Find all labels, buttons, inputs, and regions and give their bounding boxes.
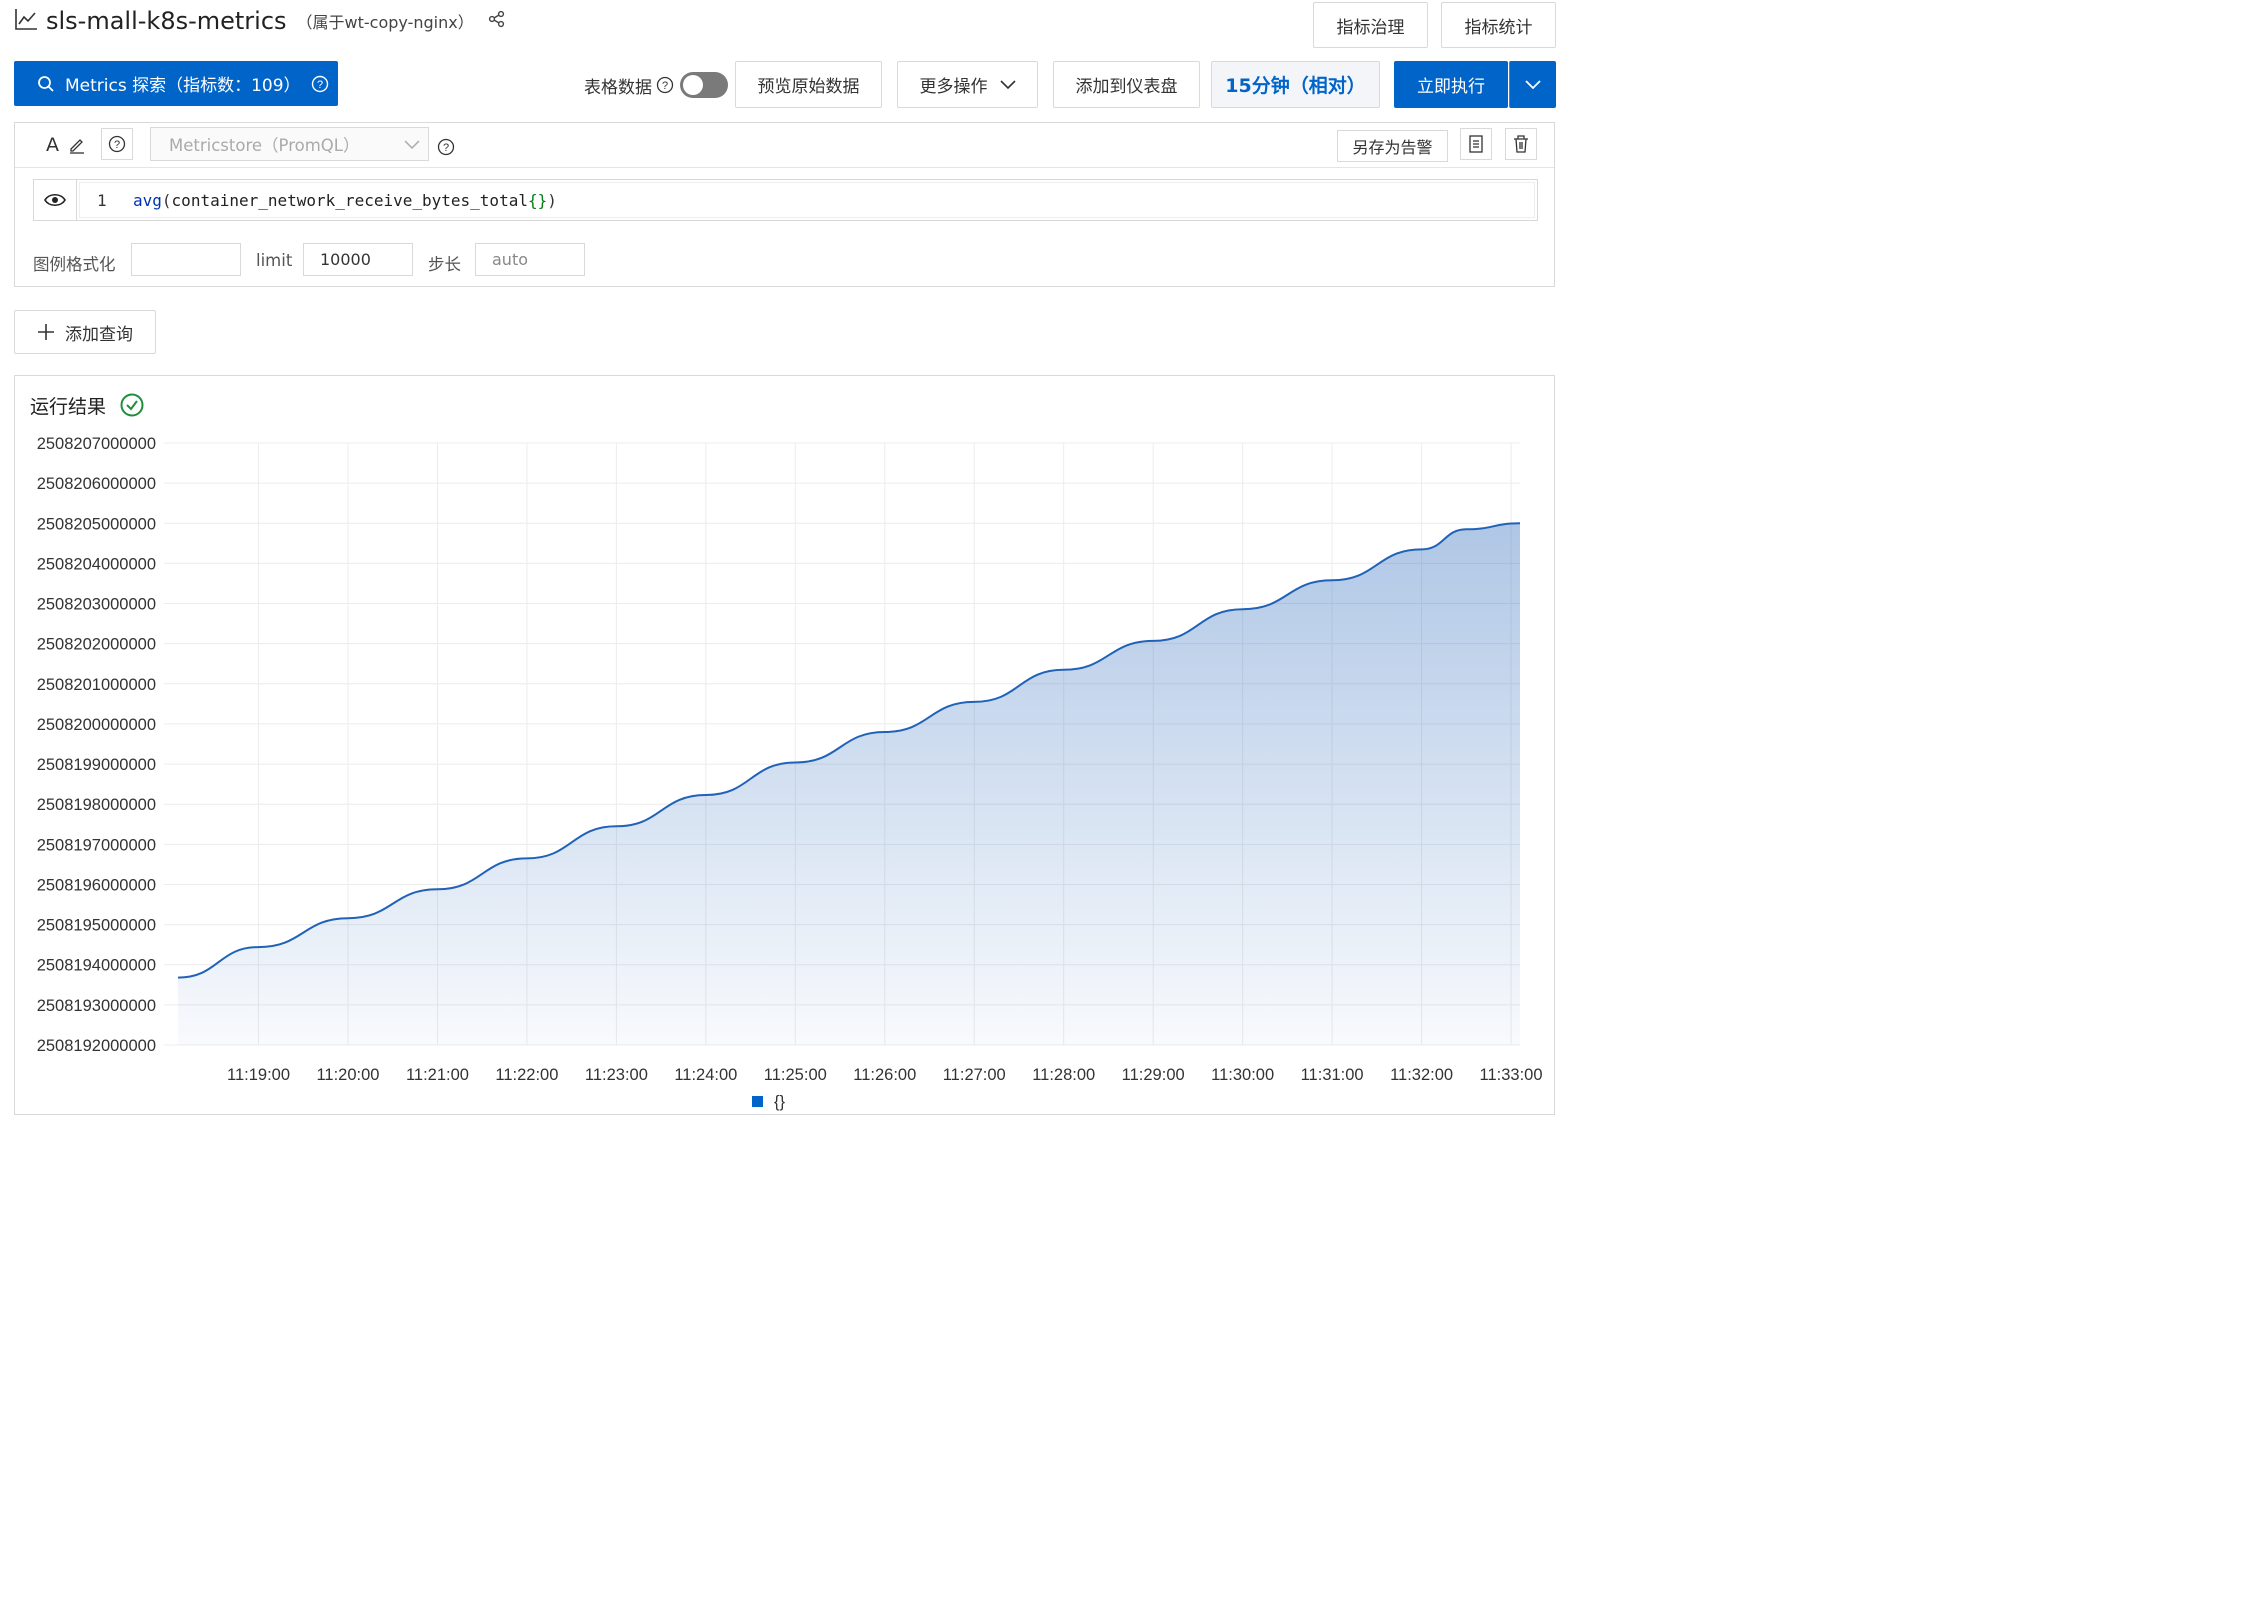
y-tick-label: 2508198000000 bbox=[37, 796, 156, 814]
copy-icon bbox=[1467, 134, 1485, 154]
legend-label: {} bbox=[774, 1093, 786, 1111]
x-tick-label: 11:29:00 bbox=[1122, 1066, 1185, 1084]
svg-text:?: ? bbox=[662, 80, 668, 92]
query-panel: A ? Metricstore（PromQL） ? 另存为告警 1 avg(co… bbox=[14, 122, 1555, 287]
help-icon: ? bbox=[108, 135, 126, 153]
result-panel: 运行结果 2508192000000 2508193000000 250819400… bbox=[14, 375, 1555, 1115]
edit-icon[interactable] bbox=[68, 136, 86, 158]
y-tick-label: 2508206000000 bbox=[37, 475, 156, 493]
metrics-explore-button[interactable]: Metrics 探索（指标数：109） ? bbox=[14, 61, 338, 106]
svg-text:?: ? bbox=[443, 142, 449, 154]
code-function: avg bbox=[133, 191, 162, 210]
metricstore-select-value: Metricstore（PromQL） bbox=[169, 136, 360, 155]
chevron-down-icon bbox=[999, 79, 1016, 90]
help-icon[interactable]: ? bbox=[311, 75, 329, 93]
x-tick-label: 11:27:00 bbox=[943, 1066, 1006, 1084]
y-tick-label: 2508199000000 bbox=[37, 756, 156, 774]
y-tick-label: 2508201000000 bbox=[37, 676, 156, 694]
y-tick-label: 2508193000000 bbox=[37, 997, 156, 1015]
svg-text:?: ? bbox=[114, 139, 120, 151]
y-tick-label: 2508203000000 bbox=[37, 596, 156, 614]
line-number: 1 bbox=[97, 191, 107, 210]
x-tick-label: 11:23:00 bbox=[585, 1066, 648, 1084]
code-braces: {} bbox=[527, 191, 548, 210]
chevron-down-icon bbox=[1524, 79, 1541, 90]
y-tick-label: 2508204000000 bbox=[37, 555, 156, 573]
chevron-down-icon bbox=[404, 140, 420, 150]
eye-icon bbox=[44, 192, 66, 208]
metrics-chart: 2508192000000 2508193000000 2508194000000 2… bbox=[37, 435, 1543, 1111]
metrics-explore-label: Metrics 探索（指标数：109） bbox=[65, 76, 301, 96]
run-options-dropdown[interactable] bbox=[1509, 61, 1556, 108]
page-header: sls-mall-k8s-metrics （属于wt-copy-nginx） bbox=[14, 2, 506, 40]
legend-swatch bbox=[752, 1096, 763, 1107]
line-chart-icon bbox=[14, 7, 38, 35]
x-tick-label: 11:33:00 bbox=[1480, 1066, 1543, 1084]
y-tick-label: 2508195000000 bbox=[37, 917, 156, 935]
code-paren-close: ) bbox=[547, 191, 557, 210]
help-icon[interactable]: ? bbox=[437, 138, 455, 160]
x-tick-label: 11:32:00 bbox=[1390, 1066, 1453, 1084]
x-tick-label: 11:25:00 bbox=[764, 1066, 827, 1084]
x-tick-label: 11:20:00 bbox=[316, 1066, 379, 1084]
step-input[interactable]: auto bbox=[475, 243, 585, 276]
promql-code: avg(container_network_receive_bytes_tota… bbox=[133, 191, 557, 210]
copy-query-button[interactable] bbox=[1460, 128, 1492, 160]
metrics-governance-button[interactable]: 指标治理 bbox=[1313, 2, 1428, 48]
promql-editor[interactable]: 1 avg(container_network_receive_bytes_to… bbox=[77, 179, 1538, 221]
trash-icon bbox=[1512, 134, 1530, 154]
code-paren-open: ( bbox=[161, 191, 172, 210]
y-tick-label: 2508200000000 bbox=[37, 716, 156, 734]
y-tick-label: 2508207000000 bbox=[37, 435, 156, 453]
y-tick-label: 2508192000000 bbox=[37, 1037, 156, 1055]
x-tick-label: 11:26:00 bbox=[853, 1066, 916, 1084]
query-letter: A bbox=[46, 134, 59, 156]
query-help-button[interactable]: ? bbox=[101, 128, 133, 160]
add-query-button[interactable]: 添加查询 bbox=[14, 310, 156, 354]
limit-label: limit bbox=[256, 251, 293, 270]
add-query-label: 添加查询 bbox=[65, 324, 133, 345]
x-tick-label: 11:24:00 bbox=[674, 1066, 737, 1084]
visibility-toggle[interactable] bbox=[33, 179, 77, 221]
save-as-alert-button[interactable]: 另存为告警 bbox=[1337, 130, 1448, 162]
time-range-button[interactable]: 15分钟（相对） bbox=[1211, 61, 1380, 108]
code-metric: container_network_receive_bytes_total bbox=[171, 191, 528, 210]
svg-text:?: ? bbox=[317, 79, 323, 91]
add-dashboard-button[interactable]: 添加到仪表盘 bbox=[1053, 61, 1200, 108]
x-tick-label: 11:22:00 bbox=[495, 1066, 558, 1084]
series-area bbox=[178, 523, 1520, 1045]
step-label: 步长 bbox=[428, 255, 461, 274]
y-tick-label: 2508197000000 bbox=[37, 836, 156, 854]
delete-query-button[interactable] bbox=[1505, 128, 1537, 160]
query-topbar: A ? Metricstore（PromQL） ? 另存为告警 bbox=[15, 123, 1554, 168]
plus-icon bbox=[37, 323, 55, 341]
x-tick-label: 11:31:00 bbox=[1301, 1066, 1364, 1084]
y-tick-label: 2508205000000 bbox=[37, 515, 156, 533]
metrics-stats-button[interactable]: 指标统计 bbox=[1441, 2, 1556, 48]
y-tick-label: 2508194000000 bbox=[37, 957, 156, 975]
help-icon[interactable]: ? bbox=[656, 76, 674, 94]
table-data-toggle[interactable] bbox=[680, 72, 728, 98]
share-icon[interactable] bbox=[488, 10, 506, 32]
legend-format-label: 图例格式化 bbox=[33, 255, 116, 274]
x-tick-label: 11:19:00 bbox=[227, 1066, 290, 1084]
page-title: sls-mall-k8s-metrics bbox=[46, 7, 287, 35]
preview-raw-button[interactable]: 预览原始数据 bbox=[735, 61, 882, 108]
legend-format-input[interactable] bbox=[131, 243, 241, 276]
search-icon bbox=[37, 75, 55, 93]
y-tick-label: 2508202000000 bbox=[37, 636, 156, 654]
page-subtitle: （属于wt-copy-nginx） bbox=[296, 13, 474, 32]
x-tick-label: 11:28:00 bbox=[1032, 1066, 1095, 1084]
table-data-label: 表格数据 bbox=[584, 77, 652, 98]
metricstore-select[interactable]: Metricstore（PromQL） bbox=[150, 127, 429, 161]
more-ops-button[interactable]: 更多操作 bbox=[897, 61, 1038, 108]
limit-input[interactable]: 10000 bbox=[303, 243, 413, 276]
run-now-button[interactable]: 立即执行 bbox=[1394, 61, 1508, 108]
more-ops-label: 更多操作 bbox=[919, 77, 988, 97]
x-tick-label: 11:30:00 bbox=[1211, 1066, 1274, 1084]
y-tick-label: 2508196000000 bbox=[37, 876, 156, 894]
table-data-toggle-group: 表格数据 ? bbox=[584, 72, 674, 98]
x-tick-label: 11:21:00 bbox=[406, 1066, 469, 1084]
